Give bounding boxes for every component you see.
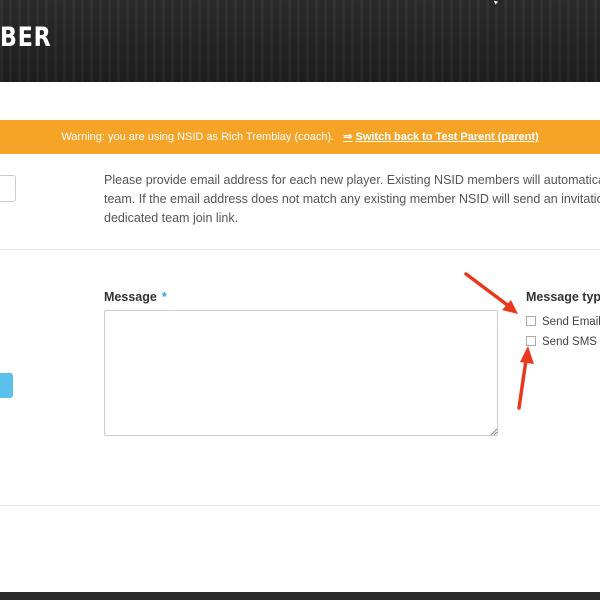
section-divider: [0, 249, 600, 250]
email-field-partial[interactable]: [0, 175, 16, 202]
section-divider: [0, 505, 600, 506]
annotation-arrow-icon: [517, 346, 534, 410]
impersonation-warning-bar: Warning: you are using NSID as Rich Trem…: [0, 120, 600, 154]
header-title: BER: [0, 22, 52, 53]
send-email-option[interactable]: Send Email: [526, 315, 600, 328]
invite-help-text: Please provide email address for each ne…: [104, 171, 600, 228]
switch-back-label: Switch back to Test Parent (parent): [355, 131, 539, 143]
mouse-cursor-icon: [492, 0, 502, 7]
send-email-checkbox[interactable]: [526, 315, 536, 326]
submit-button-partial[interactable]: [0, 373, 13, 398]
switch-back-link[interactable]: ⇒ Switch back to Test Parent (parent): [343, 131, 538, 143]
sign-in-icon: ⇒: [343, 131, 353, 143]
message-label-text: Message: [104, 290, 157, 304]
message-label: Message *: [104, 290, 167, 304]
warning-text: Warning: you are using NSID as Rich Trem…: [61, 131, 335, 143]
message-type-label: Message type: [526, 290, 600, 304]
annotation-arrow-icon: [464, 272, 518, 314]
help-line: dedicated team join link.: [104, 211, 239, 225]
footer-strip: [0, 592, 600, 600]
help-line: Please provide email address for each ne…: [104, 173, 600, 187]
resize-grip-icon[interactable]: [490, 428, 498, 436]
required-mark: *: [161, 290, 167, 304]
send-email-label: Send Email: [542, 316, 600, 328]
message-textarea[interactable]: [104, 310, 498, 436]
help-line: team. If the email address does not matc…: [104, 192, 600, 206]
site-header: BER: [0, 0, 600, 82]
send-sms-label: Send SMS: [542, 336, 597, 348]
page-content: Warning: you are using NSID as Rich Trem…: [0, 82, 600, 592]
